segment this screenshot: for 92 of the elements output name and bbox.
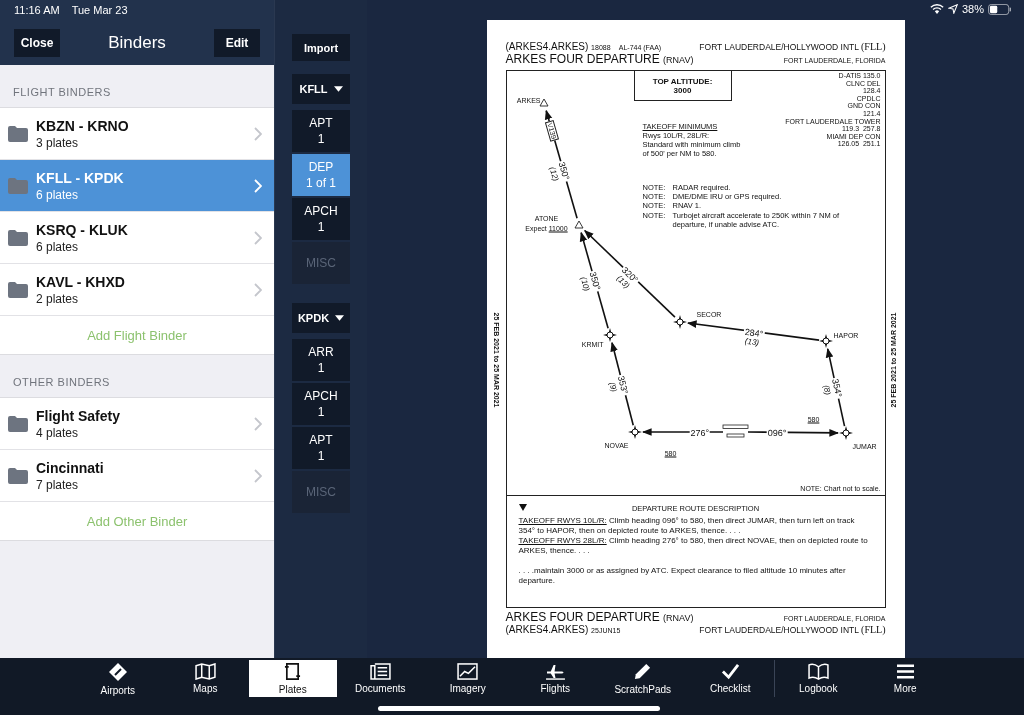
triangle-icon bbox=[574, 220, 583, 229]
binder-row[interactable]: KSRQ - KLUK 6 plates bbox=[0, 212, 274, 264]
chevron-icon bbox=[254, 178, 262, 193]
page-icon bbox=[284, 662, 302, 681]
tab-button[interactable]: Logbook bbox=[774, 660, 862, 697]
folder-icon bbox=[8, 467, 28, 484]
wifi-icon bbox=[929, 3, 944, 15]
chevron-icon bbox=[254, 416, 262, 431]
waypoint-icon bbox=[602, 328, 617, 342]
binder-name: Cincinnati bbox=[36, 459, 105, 476]
tab-button[interactable]: Imagery bbox=[424, 660, 512, 697]
tab-button[interactable]: ScratchPads bbox=[599, 660, 687, 697]
category-tab[interactable]: APCH 1 bbox=[292, 383, 350, 425]
import-button[interactable]: Import bbox=[292, 34, 350, 61]
binder-name: KBZN - KRNO bbox=[36, 117, 130, 134]
binder-row[interactable]: Cincinnati 7 plates bbox=[0, 450, 274, 502]
procedure-title: ARKES FOUR DEPARTURE (RNAV) bbox=[505, 610, 694, 624]
plate-count: 4 plates bbox=[36, 425, 80, 440]
airplane-icon bbox=[544, 663, 566, 680]
category-tab[interactable]: APCH 1 bbox=[292, 198, 350, 240]
caret-icon bbox=[335, 315, 345, 321]
waypoint-icon bbox=[818, 334, 833, 348]
chevron-icon bbox=[254, 230, 262, 245]
binder-row[interactable]: KAVL - KHXD 2 plates bbox=[0, 264, 274, 316]
route-description: TAKEOFF RWYS 28L/R: Climb heading 276° to 580, then direct NOVAE, then on depicted route to ARKES, thence. . . . bbox=[518, 536, 869, 556]
altitude-value: 3000 bbox=[673, 85, 692, 95]
battery-percent: 38% bbox=[961, 3, 984, 15]
waypoint-icon bbox=[672, 315, 687, 329]
diamond-icon bbox=[107, 661, 128, 682]
route-description: . . . .maintain 3000 or as assigned by ATC. Expect clearance to filed altitude 10 minutes after departure. bbox=[518, 566, 847, 586]
runway-drawing bbox=[722, 424, 748, 438]
plate-count: 2 plates bbox=[36, 291, 80, 306]
book-icon bbox=[807, 663, 829, 680]
category-tab[interactable]: APT 1 bbox=[292, 110, 350, 152]
course-label: 096° bbox=[766, 428, 788, 439]
panel-title: Binders bbox=[108, 32, 166, 53]
category-tab[interactable]: ARR 1 bbox=[292, 339, 350, 381]
altitude-label: TOP ALTITUDE: bbox=[652, 76, 713, 86]
waypoint-icon bbox=[838, 426, 853, 440]
tab-button[interactable]: More bbox=[861, 660, 949, 697]
binder-name: Flight Safety bbox=[36, 407, 121, 424]
document-icon bbox=[369, 663, 391, 680]
status-time: 11:16 AM bbox=[14, 4, 60, 16]
folder-icon bbox=[8, 415, 28, 432]
caret-icon bbox=[333, 86, 343, 92]
binder-row[interactable]: KBZN - KRNO 3 plates bbox=[0, 108, 274, 160]
folder-icon bbox=[8, 229, 28, 246]
airport-name: FORT LAUDERDALE/HOLLYWOOD INTL (FLL) bbox=[699, 41, 886, 52]
triangle-icon bbox=[518, 504, 527, 511]
tab-button[interactable]: Documents bbox=[336, 660, 424, 697]
close-button[interactable]: Close bbox=[14, 28, 60, 57]
section-heading: OTHER BINDERS bbox=[13, 376, 110, 388]
binder-name: KSRQ - KLUK bbox=[36, 221, 129, 238]
chevron-icon bbox=[254, 126, 262, 141]
tab-button[interactable]: Maps bbox=[161, 660, 249, 697]
category-tab[interactable]: APT 1 bbox=[292, 427, 350, 469]
triangle-icon bbox=[539, 98, 548, 107]
airport-dropdown[interactable]: KFLL bbox=[292, 74, 350, 104]
binder-name: KAVL - KHXD bbox=[36, 273, 126, 290]
location-icon bbox=[947, 4, 958, 14]
status-date: Tue Mar 23 bbox=[71, 4, 128, 16]
plate-count: 3 plates bbox=[36, 135, 80, 150]
plate-count: 6 plates bbox=[36, 187, 80, 202]
plate-count: 6 plates bbox=[36, 239, 80, 254]
binder-name: KFLL - KPDK bbox=[36, 169, 125, 186]
airport-name: FORT LAUDERDALE/HOLLYWOOD INTL (FLL) bbox=[699, 624, 886, 635]
battery-icon bbox=[988, 3, 1012, 15]
plate-count: 7 plates bbox=[36, 477, 80, 492]
checkmark-icon bbox=[720, 663, 740, 680]
airport-dropdown[interactable]: KPDK bbox=[292, 303, 350, 333]
chart-icon bbox=[457, 663, 479, 680]
section-heading: FLIGHT BINDERS bbox=[13, 86, 111, 98]
binder-row[interactable]: Flight Safety 4 plates bbox=[0, 398, 274, 450]
waypoint-icon bbox=[627, 425, 642, 439]
route-description: TAKEOFF RWYS 10L/R: Climb heading 096° to 580, then direct JUMAR, then turn left on track 354° to HAPOR, then on depicted route to ARKES, thence. . . . bbox=[518, 516, 856, 536]
folder-icon bbox=[8, 125, 28, 142]
pencil-icon bbox=[633, 662, 653, 681]
procedure-title: ARKES FOUR DEPARTURE (RNAV) bbox=[505, 52, 694, 66]
tab-button[interactable]: Flights bbox=[511, 660, 599, 697]
distance-label: (13) bbox=[744, 337, 760, 348]
edit-button[interactable]: Edit bbox=[214, 28, 260, 57]
folder-icon bbox=[8, 177, 28, 194]
course-label: 284° bbox=[742, 326, 765, 339]
folder-icon bbox=[8, 281, 28, 298]
tab-button[interactable]: Plates bbox=[249, 660, 337, 697]
chevron-icon bbox=[254, 468, 262, 483]
tab-button[interactable]: Checklist bbox=[686, 660, 774, 697]
tab-button[interactable]: Airports bbox=[74, 660, 162, 697]
chevron-icon bbox=[254, 282, 262, 297]
map-icon bbox=[194, 663, 216, 680]
menu-icon bbox=[895, 663, 915, 680]
course-label: 276° bbox=[689, 428, 711, 438]
